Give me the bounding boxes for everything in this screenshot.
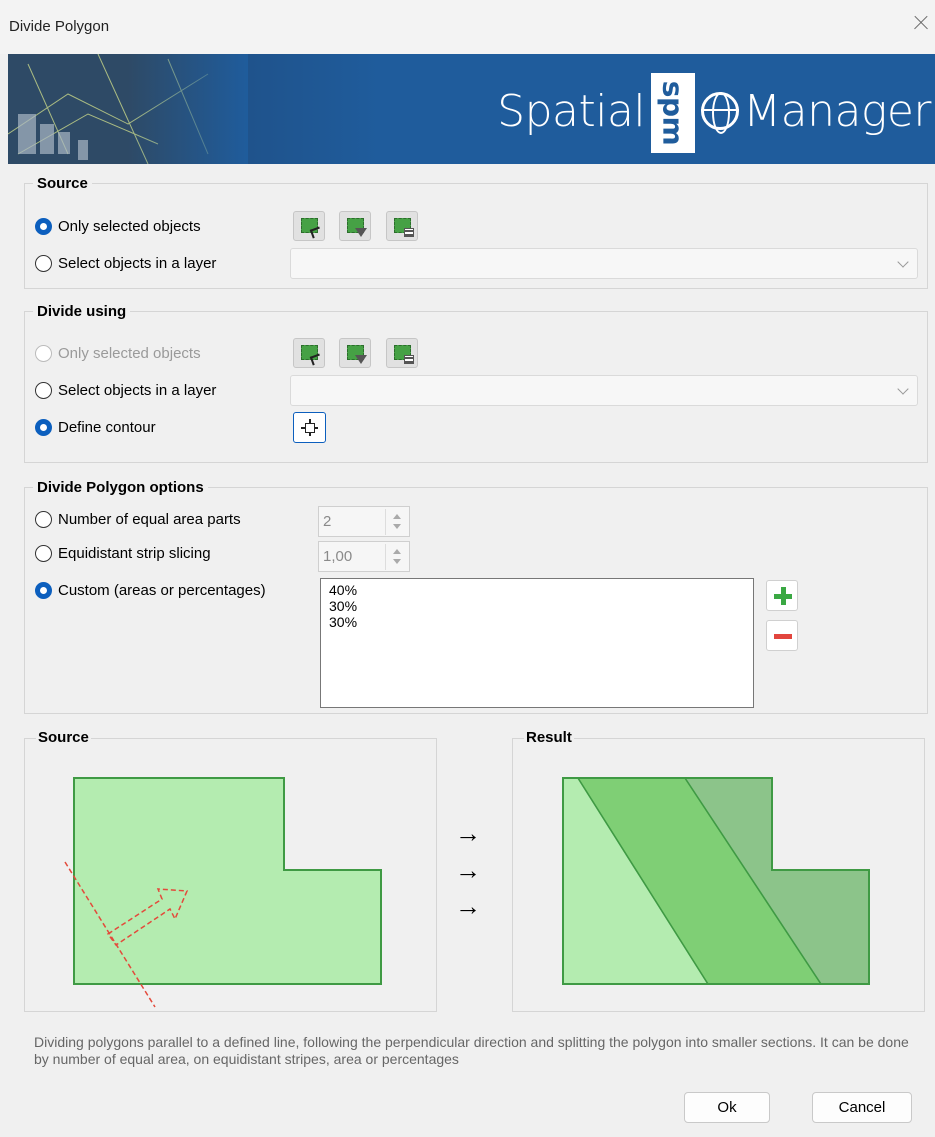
title-bar: Divide Polygon: [0, 0, 935, 54]
chevron-down-icon: [897, 256, 909, 268]
chevron-down-icon: [393, 524, 401, 529]
source-preview-drawing: [64, 777, 382, 1008]
source-layer-combo[interactable]: [290, 248, 918, 279]
list-item[interactable]: 30%: [329, 598, 745, 614]
custom-areas-radio[interactable]: Custom (areas or percentages): [35, 582, 266, 599]
filter-funnel-icon: [355, 355, 367, 364]
equidistant-strip-radio[interactable]: Equidistant strip slicing: [35, 545, 211, 562]
globe-icon: [701, 92, 740, 134]
ok-button[interactable]: Ok: [684, 1092, 770, 1123]
custom-values-list[interactable]: 40% 30% 30%: [320, 578, 754, 708]
spinner-arrows[interactable]: [385, 544, 407, 570]
divide-options-legend: Divide Polygon options: [33, 479, 208, 496]
result-preview: Result: [512, 729, 925, 1012]
spinner-arrows[interactable]: [385, 509, 407, 535]
radio-button[interactable]: [35, 511, 52, 528]
radio-button[interactable]: [35, 345, 52, 362]
arrow-right-icon: →: [455, 855, 481, 885]
source-legend: Source: [33, 175, 92, 192]
crosshair-icon: [305, 423, 315, 433]
source-table-objects-button[interactable]: [386, 211, 418, 241]
strip-width-spinner[interactable]: 1,00: [318, 541, 410, 572]
divide-only-selected-radio[interactable]: Only selected objects: [35, 345, 201, 362]
list-item[interactable]: 30%: [329, 614, 745, 630]
spm-logo-text: spm: [656, 80, 690, 146]
radio-button[interactable]: [35, 382, 52, 399]
source-select-objects-button[interactable]: [293, 211, 325, 241]
radio-label: Number of equal area parts: [58, 511, 241, 528]
divide-select-objects-button[interactable]: [293, 338, 325, 368]
remove-value-button[interactable]: [766, 620, 798, 651]
list-item[interactable]: 40%: [329, 582, 745, 598]
spm-logo: spm: [651, 73, 696, 153]
chevron-down-icon: [897, 383, 909, 395]
cursor-arrow-icon: [309, 353, 323, 366]
close-icon[interactable]: [905, 8, 935, 38]
cursor-arrow-icon: [309, 226, 323, 239]
table-grid-icon: [404, 228, 414, 237]
radio-label: Define contour: [58, 419, 156, 436]
window-title: Divide Polygon: [9, 18, 110, 35]
spinner-value: 1,00: [323, 548, 353, 565]
chevron-up-icon: [393, 514, 401, 519]
source-layer-radio[interactable]: Select objects in a layer: [35, 255, 216, 272]
equal-area-parts-radio[interactable]: Number of equal area parts: [35, 511, 241, 528]
city-map-art: [8, 54, 248, 164]
radio-label: Equidistant strip slicing: [58, 545, 211, 562]
cancel-button[interactable]: Cancel: [812, 1092, 912, 1123]
filter-funnel-icon: [355, 228, 367, 237]
radio-label: Only selected objects: [58, 218, 201, 235]
source-filter-objects-button[interactable]: [339, 211, 371, 241]
define-contour-button[interactable]: [293, 412, 326, 443]
radio-label: Select objects in a layer: [58, 255, 217, 272]
radio-button[interactable]: [35, 255, 52, 272]
arrow-right-icon: →: [455, 818, 481, 848]
source-preview: Source: [24, 729, 437, 1012]
banner: Spatial spm Manager: [8, 54, 935, 164]
radio-button[interactable]: [35, 218, 52, 235]
brand-right-text: Manager: [743, 85, 931, 137]
radio-button[interactable]: [35, 545, 52, 562]
divide-layer-combo[interactable]: [290, 375, 918, 406]
equal-parts-spinner[interactable]: 2: [318, 506, 410, 537]
description-text: Dividing polygons parallel to a defined …: [34, 1034, 909, 1067]
arrow-right-icon: →: [455, 891, 481, 921]
radio-label: Only selected objects: [58, 345, 201, 362]
source-only-selected-radio[interactable]: Only selected objects: [35, 218, 201, 235]
define-contour-radio[interactable]: Define contour: [35, 419, 156, 436]
divide-filter-objects-button[interactable]: [339, 338, 371, 368]
add-value-button[interactable]: [766, 580, 798, 611]
radio-button[interactable]: [35, 582, 52, 599]
divide-layer-radio[interactable]: Select objects in a layer: [35, 382, 216, 399]
chevron-down-icon: [393, 559, 401, 564]
brand-left-text: Spatial: [497, 85, 646, 137]
divide-table-objects-button[interactable]: [386, 338, 418, 368]
result-preview-drawing: [562, 777, 870, 985]
brand-logo: Spatial spm Manager: [497, 73, 931, 153]
radio-label: Select objects in a layer: [58, 382, 217, 399]
radio-button[interactable]: [35, 419, 52, 436]
divide-using-legend: Divide using: [33, 303, 131, 320]
source-polygon: [73, 777, 382, 985]
table-grid-icon: [404, 355, 414, 364]
spinner-value: 2: [323, 513, 332, 530]
radio-label: Custom (areas or percentages): [58, 582, 266, 599]
chevron-up-icon: [393, 549, 401, 554]
